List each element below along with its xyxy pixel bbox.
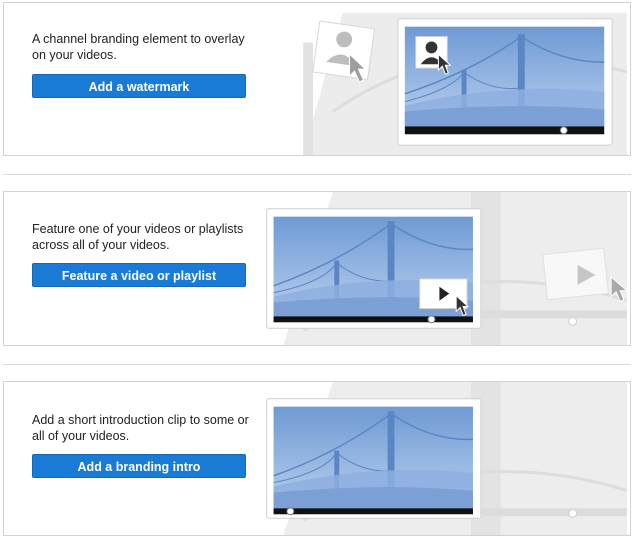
ghost-feature-tile xyxy=(542,247,609,301)
branding-intro-section: Add a short introduction clip to some or… xyxy=(3,381,631,536)
intro-progress-bar xyxy=(273,508,473,515)
section-divider xyxy=(3,174,631,175)
featured-content-section: Feature one of your videos or playlists … xyxy=(3,191,631,346)
featured-progress-bar xyxy=(273,316,473,323)
progress-scrubber-icon xyxy=(559,126,568,135)
watermark-progress-bar xyxy=(404,126,605,135)
progress-scrubber-icon xyxy=(286,507,295,516)
add-watermark-button[interactable]: Add a watermark xyxy=(32,74,246,98)
intro-description: Add a short introduction clip to some or… xyxy=(32,413,249,443)
ghost-progress-scrubber-icon xyxy=(568,316,578,326)
ghost-progress-scrubber-icon xyxy=(568,508,578,518)
ghost-watermark-tile xyxy=(312,20,376,81)
progress-scrubber-icon xyxy=(427,315,436,324)
section-divider xyxy=(3,364,631,365)
featured-description: Feature one of your videos or playlists … xyxy=(32,222,244,252)
add-branding-intro-button[interactable]: Add a branding intro xyxy=(32,454,246,478)
watermark-section: A channel branding element to overlay on… xyxy=(3,2,631,156)
user-silhouette-icon xyxy=(425,41,438,54)
watermark-description: A channel branding element to overlay on… xyxy=(32,32,245,62)
feature-video-or-playlist-button[interactable]: Feature a video or playlist xyxy=(32,263,246,287)
